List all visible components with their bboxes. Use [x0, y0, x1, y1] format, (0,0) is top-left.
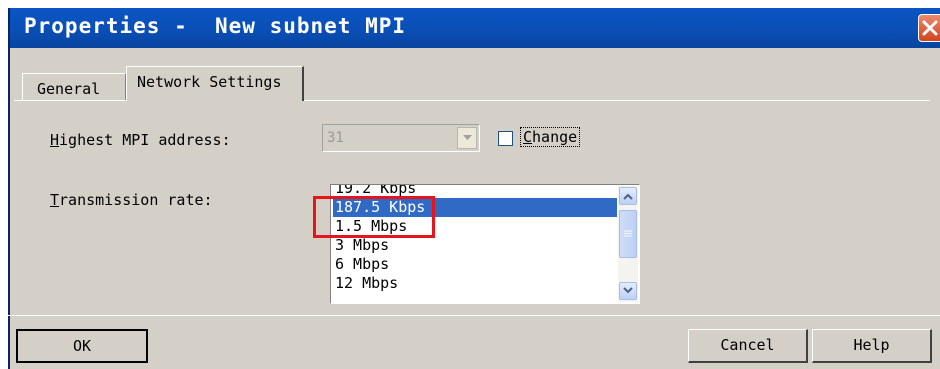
highest-mpi-address-value: 31 [327, 130, 344, 146]
transmission-rate-options: 19.2 Kbps 187.5 Kbps 1.5 Mbps 3 Mbps 6 M… [333, 185, 617, 293]
tab-network-settings-label: Network Settings [137, 73, 282, 91]
scroll-down-button[interactable] [619, 282, 637, 300]
button-bar-divider [8, 315, 940, 316]
scroll-up-button[interactable] [619, 187, 637, 205]
ok-button[interactable]: OK [16, 329, 148, 363]
scroll-thumb[interactable] [619, 210, 637, 258]
scroll-thumb-grip-icon [624, 230, 632, 237]
scroll-down-arrow-icon [623, 287, 633, 294]
list-item[interactable]: 3 Mbps [333, 236, 617, 255]
help-button[interactable]: Help [812, 329, 932, 363]
highest-mpi-address-label: Highest MPI address: [50, 131, 231, 149]
tab-network-settings[interactable]: Network Settings [126, 66, 304, 101]
highest-mpi-dropdown-button[interactable] [457, 127, 477, 149]
vertical-scrollbar[interactable] [618, 186, 638, 302]
cancel-button[interactable]: Cancel [688, 329, 808, 363]
close-button[interactable] [918, 14, 940, 42]
list-item[interactable]: 12 Mbps [333, 274, 617, 293]
tab-general[interactable]: General [22, 73, 126, 101]
dropdown-arrow-icon [463, 135, 472, 140]
change-checkbox[interactable] [498, 131, 513, 146]
list-item-selected[interactable]: 187.5 Kbps [333, 198, 617, 217]
list-item[interactable]: 6 Mbps [333, 255, 617, 274]
change-checkbox-label[interactable]: Change [520, 127, 581, 147]
close-icon [922, 20, 938, 36]
list-item[interactable]: 19.2 Kbps [333, 185, 617, 198]
tab-general-label: General [37, 80, 101, 98]
title-bar[interactable]: Properties - New subnet MPI [10, 8, 940, 48]
list-item[interactable]: 1.5 Mbps [333, 217, 617, 236]
transmission-rate-listbox[interactable]: 19.2 Kbps 187.5 Kbps 1.5 Mbps 3 Mbps 6 M… [330, 184, 640, 304]
transmission-rate-label: Transmission rate: [50, 191, 213, 209]
window-title: Properties - New subnet MPI [24, 14, 407, 38]
highest-mpi-address-combobox[interactable]: 31 [322, 124, 480, 152]
scroll-up-arrow-icon [623, 193, 633, 200]
